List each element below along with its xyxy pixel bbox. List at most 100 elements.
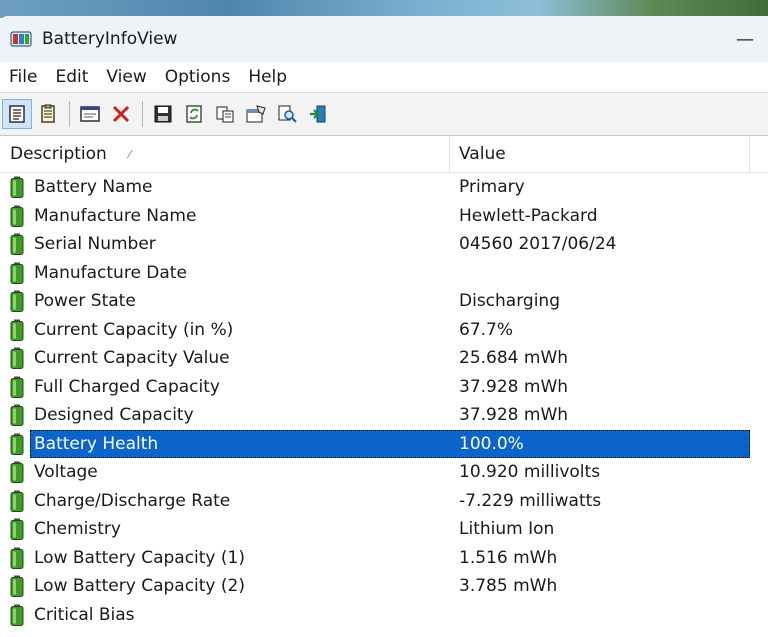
table-row[interactable]: Designed Capacity 37.928 mWh	[0, 401, 768, 430]
description-text: Full Charged Capacity	[34, 376, 220, 397]
description-cell: Battery Name	[0, 173, 450, 202]
properties-dialog-icon[interactable]	[241, 99, 271, 129]
column-header-label: Value	[459, 144, 506, 164]
table-row[interactable]: Charge/Discharge Rate -7.229 milliwatts	[0, 487, 768, 516]
battery-icon	[10, 547, 28, 569]
toolbar-separator	[69, 101, 70, 127]
description-cell: Power State	[0, 287, 450, 316]
save-icon[interactable]	[148, 99, 178, 129]
description-cell: Charge/Discharge Rate	[0, 487, 450, 516]
description-text: Designed Capacity	[34, 405, 194, 426]
description-text: Manufacture Date	[34, 262, 187, 283]
menu-edit[interactable]: Edit	[46, 67, 97, 87]
battery-icon	[10, 604, 28, 626]
value-text: 37.928 mWh	[459, 376, 569, 397]
description-cell: Current Capacity (in %)	[0, 316, 450, 345]
description-text: Battery Health	[34, 433, 159, 454]
column-header-value[interactable]: Value	[450, 136, 750, 172]
table-row[interactable]: Current Capacity (in %) 67.7%	[0, 316, 768, 345]
value-text: 10.920 millivolts	[459, 462, 601, 483]
battery-icon	[10, 347, 28, 370]
value-cell: 37.928 mWh	[450, 373, 750, 402]
value-cell	[450, 259, 750, 288]
battery-app-icon	[10, 30, 34, 48]
html-report-icon[interactable]	[2, 99, 32, 129]
table-row[interactable]: Serial Number 04560 2017/06/24	[0, 230, 768, 259]
battery-info-list[interactable]: Description ⁄ Value Battery Name Primary M…	[0, 136, 768, 629]
value-cell: Primary	[450, 173, 750, 202]
table-row[interactable]: Full Charged Capacity 37.928 mWh	[0, 373, 768, 402]
description-text: Charge/Discharge Rate	[34, 490, 231, 511]
value-text: 04560 2017/06/24	[459, 234, 617, 255]
value-text: 1.516 mWh	[459, 547, 558, 568]
table-row[interactable]: Low Battery Capacity (1) 1.516 mWh	[0, 544, 768, 573]
description-text: Manufacture Name	[34, 205, 197, 226]
value-text: Primary	[459, 177, 525, 198]
window-title: BatteryInfoView	[42, 29, 178, 49]
toolbar	[0, 92, 768, 136]
title-bar[interactable]: BatteryInfoView —	[0, 16, 768, 62]
column-header-description[interactable]: Description ⁄	[0, 136, 450, 172]
table-row[interactable]: Current Capacity Value 25.684 mWh	[0, 344, 768, 373]
list-header: Description ⁄ Value	[0, 136, 768, 173]
battery-icon	[10, 319, 28, 341]
copy-icon[interactable]	[210, 99, 240, 129]
menu-view[interactable]: View	[97, 67, 155, 87]
table-row[interactable]: Battery Health 100.0%	[0, 429, 768, 458]
value-text: -7.229 milliwatts	[459, 490, 602, 511]
battery-icon	[10, 518, 28, 541]
value-cell: 67.7%	[450, 316, 750, 345]
description-cell: Manufacture Name	[0, 202, 450, 231]
table-row[interactable]: Voltage 10.920 millivolts	[0, 458, 768, 487]
value-cell: Hewlett-Packard	[450, 202, 750, 231]
battery-icon	[10, 233, 28, 256]
description-cell: Low Battery Capacity (1)	[0, 544, 450, 573]
description-text: Serial Number	[34, 234, 156, 255]
battery-icon	[10, 376, 28, 398]
description-text: Low Battery Capacity (2)	[34, 576, 245, 597]
description-cell: Designed Capacity	[0, 401, 450, 430]
battery-icon	[10, 575, 28, 598]
description-cell: Manufacture Date	[0, 259, 450, 288]
value-text: 3.785 mWh	[459, 576, 558, 597]
table-row[interactable]: Manufacture Name Hewlett-Packard	[0, 202, 768, 231]
battery-icon	[10, 290, 28, 313]
refresh-icon[interactable]	[179, 99, 209, 129]
value-cell: 04560 2017/06/24	[450, 230, 750, 259]
menu-file[interactable]: File	[0, 67, 46, 87]
value-cell: 3.785 mWh	[450, 572, 750, 601]
table-row[interactable]: Chemistry Lithium Ion	[0, 515, 768, 544]
value-cell: 25.684 mWh	[450, 344, 750, 373]
table-row[interactable]: Low Battery Capacity (2) 3.785 mWh	[0, 572, 768, 601]
value-text: Discharging	[459, 291, 560, 312]
battery-icon	[10, 262, 28, 284]
description-text: Current Capacity (in %)	[34, 319, 234, 340]
table-row[interactable]: Manufacture Date	[0, 259, 768, 288]
value-text: Lithium Ion	[459, 519, 555, 540]
description-cell: Voltage	[0, 458, 450, 487]
menu-bar: File Edit View Options Help	[0, 62, 768, 92]
exit-icon[interactable]	[303, 99, 333, 129]
value-cell: -7.229 milliwatts	[450, 487, 750, 516]
app-window: BatteryInfoView — File Edit View Options…	[0, 16, 768, 637]
value-cell: Lithium Ion	[450, 515, 750, 544]
value-cell	[450, 601, 750, 630]
menu-help[interactable]: Help	[239, 67, 296, 87]
description-text: Power State	[34, 291, 136, 312]
description-cell: Full Charged Capacity	[0, 373, 450, 402]
description-cell: Chemistry	[0, 515, 450, 544]
table-row[interactable]: Power State Discharging	[0, 287, 768, 316]
delete-icon[interactable]	[106, 99, 136, 129]
find-icon[interactable]	[272, 99, 302, 129]
menu-options[interactable]: Options	[156, 67, 240, 87]
battery-icon	[10, 176, 28, 199]
description-text: Chemistry	[34, 519, 121, 540]
toolbar-separator	[142, 101, 143, 127]
window-icon[interactable]	[75, 99, 105, 129]
minimize-button[interactable]: —	[722, 16, 768, 62]
table-row[interactable]: Battery Name Primary	[0, 173, 768, 202]
properties-icon[interactable]	[33, 99, 63, 129]
table-row[interactable]: Critical Bias	[0, 601, 768, 630]
list-rows: Battery Name Primary Manufacture Name Hewle…	[0, 173, 768, 629]
description-text: Low Battery Capacity (1)	[34, 547, 245, 568]
